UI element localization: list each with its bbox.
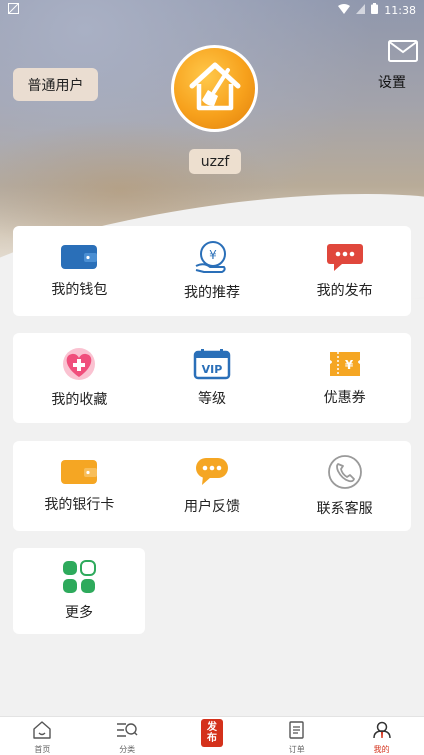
more-button[interactable]: 更多	[13, 548, 145, 634]
house-broom-icon	[184, 56, 246, 122]
profile-icon	[372, 721, 392, 743]
category-search-icon	[116, 721, 138, 743]
publish-badge-line1: 发	[206, 722, 217, 733]
service-card-4: 更多	[13, 548, 145, 634]
svg-text:VIP: VIP	[202, 363, 223, 376]
more-label: 更多	[65, 605, 93, 621]
message-icon	[326, 242, 364, 272]
status-bar: 11:38	[0, 0, 424, 20]
nav-profile[interactable]: 我的	[339, 717, 424, 755]
nav-profile-label: 我的	[373, 745, 390, 754]
notification-icon	[8, 3, 19, 17]
home-icon	[32, 721, 52, 743]
username-label: uzzf	[189, 149, 241, 174]
bank-card-icon	[60, 458, 98, 486]
my-bank-card-button[interactable]: 我的银行卡	[13, 441, 146, 531]
nav-category[interactable]: 分类	[85, 717, 170, 755]
user-feedback-button[interactable]: 用户反馈	[146, 441, 279, 531]
contact-support-button[interactable]: 联系客服	[278, 441, 411, 531]
nav-category-label: 分类	[119, 745, 136, 754]
level-button[interactable]: VIP 等级	[146, 333, 279, 423]
wallet-icon	[60, 243, 98, 271]
my-publish-label: 我的发布	[316, 283, 373, 299]
my-recommend-button[interactable]: ¥ 我的推荐	[146, 226, 279, 316]
message-button[interactable]	[388, 40, 418, 62]
publish-badge-line2: 布	[206, 733, 217, 744]
nav-home-label: 首页	[34, 745, 51, 754]
publish-icon: 发 布	[200, 719, 223, 747]
wifi-icon	[338, 3, 351, 17]
my-bank-card-label: 我的银行卡	[44, 497, 115, 513]
my-wallet-button[interactable]: 我的钱包	[13, 226, 146, 316]
nav-order-label: 订单	[288, 745, 305, 754]
heart-plus-icon	[60, 347, 98, 381]
avatar[interactable]	[171, 45, 258, 132]
signal-icon	[356, 3, 366, 17]
level-label: 等级	[198, 391, 226, 407]
user-feedback-label: 用户反馈	[184, 499, 240, 515]
nav-order[interactable]: 订单	[254, 717, 339, 755]
order-icon	[288, 721, 306, 743]
settings-button[interactable]: 设置	[378, 72, 406, 92]
nav-home[interactable]: 首页	[0, 717, 85, 755]
battery-icon	[371, 3, 379, 17]
coupon-icon: ¥	[326, 349, 364, 379]
my-wallet-label: 我的钱包	[51, 282, 108, 298]
coupon-label: 优惠券	[323, 390, 366, 406]
svg-text:¥: ¥	[344, 358, 353, 372]
status-time: 11:38	[384, 3, 416, 17]
coupon-button[interactable]: ¥ 优惠券	[278, 333, 411, 423]
nav-publish[interactable]: 发 布	[170, 717, 255, 755]
mail-icon	[388, 40, 418, 66]
more-icon	[61, 560, 97, 594]
svg-text:¥: ¥	[209, 248, 217, 262]
contact-support-label: 联系客服	[316, 501, 373, 517]
my-favorites-label: 我的收藏	[51, 392, 108, 408]
service-card-3: 我的银行卡 用户反馈 联系客服	[13, 441, 411, 531]
user-type-badge[interactable]: 普通用户	[13, 68, 98, 101]
yuan-hand-icon: ¥	[194, 240, 230, 274]
vip-icon: VIP	[193, 348, 231, 380]
feedback-icon	[194, 456, 230, 488]
phone-icon	[326, 454, 364, 490]
my-favorites-button[interactable]: 我的收藏	[13, 333, 146, 423]
my-recommend-label: 我的推荐	[184, 285, 240, 301]
my-publish-button[interactable]: 我的发布	[278, 226, 411, 316]
service-card-2: 我的收藏 VIP 等级 ¥ 优惠券	[13, 333, 411, 423]
service-card-1: 我的钱包 ¥ 我的推荐 我的发布	[13, 226, 411, 316]
bottom-navigation: 首页 分类 发 布 订单 我的	[0, 716, 424, 755]
